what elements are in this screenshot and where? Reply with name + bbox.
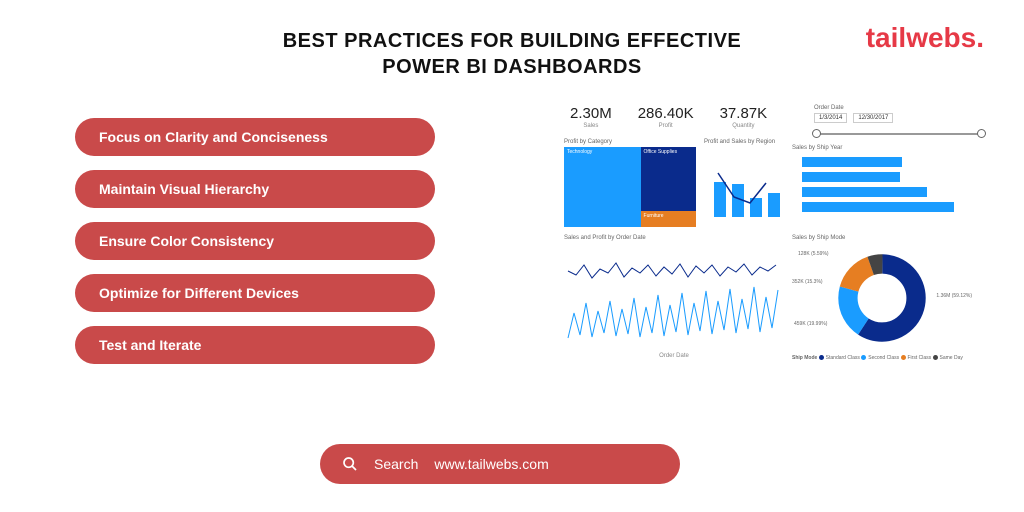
hbar-chart	[792, 153, 962, 223]
legend-item: Standard Class	[826, 355, 860, 361]
segment-label: Furniture	[641, 211, 696, 221]
date-start[interactable]: 1/3/2014	[814, 113, 847, 123]
chart-sales-profit-timeseries: Sales and Profit by Order Date Order Dat…	[564, 235, 784, 361]
slice-label: 459K (19.99%)	[794, 321, 827, 327]
logo-dot: .	[976, 22, 984, 53]
timeseries	[564, 243, 784, 353]
search-url: www.tailwebs.com	[434, 456, 548, 472]
kpi-row: 2.30M Sales 286.40K Profit 37.87K Quanti…	[570, 105, 767, 129]
chart-profit-by-category: Profit by Category Technology Office Sup…	[564, 139, 696, 227]
date-end[interactable]: 12/30/2017	[853, 113, 893, 123]
kpi-quantity: 37.87K Quantity	[720, 105, 768, 129]
brand-logo: tailwebs.	[866, 22, 984, 54]
treemap-segment-office-supplies: Office Supplies	[641, 147, 696, 211]
bar-line-combo	[704, 147, 784, 227]
axis-label: Order Date	[564, 353, 784, 359]
chart-sales-by-ship-mode: Sales by Ship Mode 128K (5.59%) 352K (15…	[792, 235, 972, 361]
slice-label: 1.36M (59.12%)	[936, 293, 972, 299]
donut-legend: Ship Mode Standard Class Second Class Fi…	[792, 355, 972, 361]
date-range-slider[interactable]: Order Date 1/3/2014 12/30/2017	[814, 105, 984, 135]
chart-title: Sales by Ship Year	[792, 145, 962, 151]
segment-label: Office Supplies	[641, 147, 696, 157]
kpi-label: Profit	[638, 123, 694, 129]
slice-label: 128K (5.59%)	[798, 251, 829, 257]
legend-item: Second Class	[868, 355, 899, 361]
chart-sales-by-ship-year: Sales by Ship Year	[792, 145, 962, 227]
list-item: Test and Iterate	[75, 326, 435, 364]
search-label: Search	[374, 456, 418, 472]
search-icon	[342, 456, 358, 472]
list-item: Maintain Visual Hierarchy	[75, 170, 435, 208]
list-item: Focus on Clarity and Conciseness	[75, 118, 435, 156]
treemap: Technology Office Supplies Furniture	[564, 147, 696, 227]
slider-track[interactable]	[814, 133, 984, 135]
practice-list: Focus on Clarity and Conciseness Maintai…	[75, 118, 435, 364]
title-line-2: POWER BI DASHBOARDS	[0, 54, 1024, 80]
dashboard-preview: 2.30M Sales 286.40K Profit 37.87K Quanti…	[564, 105, 984, 385]
chart-title: Sales and Profit by Order Date	[564, 235, 784, 241]
kpi-label: Sales	[570, 123, 612, 129]
donut-chart: 128K (5.59%) 352K (15.3%) 459K (19.99%) …	[792, 243, 972, 353]
chart-title: Sales by Ship Mode	[792, 235, 972, 241]
kpi-label: Quantity	[720, 123, 768, 129]
legend-title: Ship Mode	[792, 355, 817, 361]
legend-item: First Class	[908, 355, 932, 361]
slider-handle-start[interactable]	[812, 129, 821, 138]
kpi-value: 2.30M	[570, 105, 612, 122]
kpi-value: 37.87K	[720, 105, 768, 122]
chart-profit-sales-by-region: Profit and Sales by Region	[704, 139, 784, 227]
slider-handle-end[interactable]	[977, 129, 986, 138]
treemap-segment-furniture: Furniture	[641, 211, 696, 227]
kpi-profit: 286.40K Profit	[638, 105, 694, 129]
treemap-segment-technology: Technology	[564, 147, 641, 227]
kpi-value: 286.40K	[638, 105, 694, 122]
search-bar[interactable]: Search www.tailwebs.com	[320, 444, 680, 484]
kpi-sales: 2.30M Sales	[570, 105, 612, 129]
logo-text: tailwebs	[866, 22, 976, 53]
chart-title: Profit by Category	[564, 139, 696, 145]
legend-item: Same Day	[940, 355, 963, 361]
chart-title: Profit and Sales by Region	[704, 139, 784, 145]
slice-label: 352K (15.3%)	[792, 279, 823, 285]
segment-label: Technology	[564, 147, 641, 157]
list-item: Ensure Color Consistency	[75, 222, 435, 260]
slider-label: Order Date	[814, 105, 984, 111]
list-item: Optimize for Different Devices	[75, 274, 435, 312]
